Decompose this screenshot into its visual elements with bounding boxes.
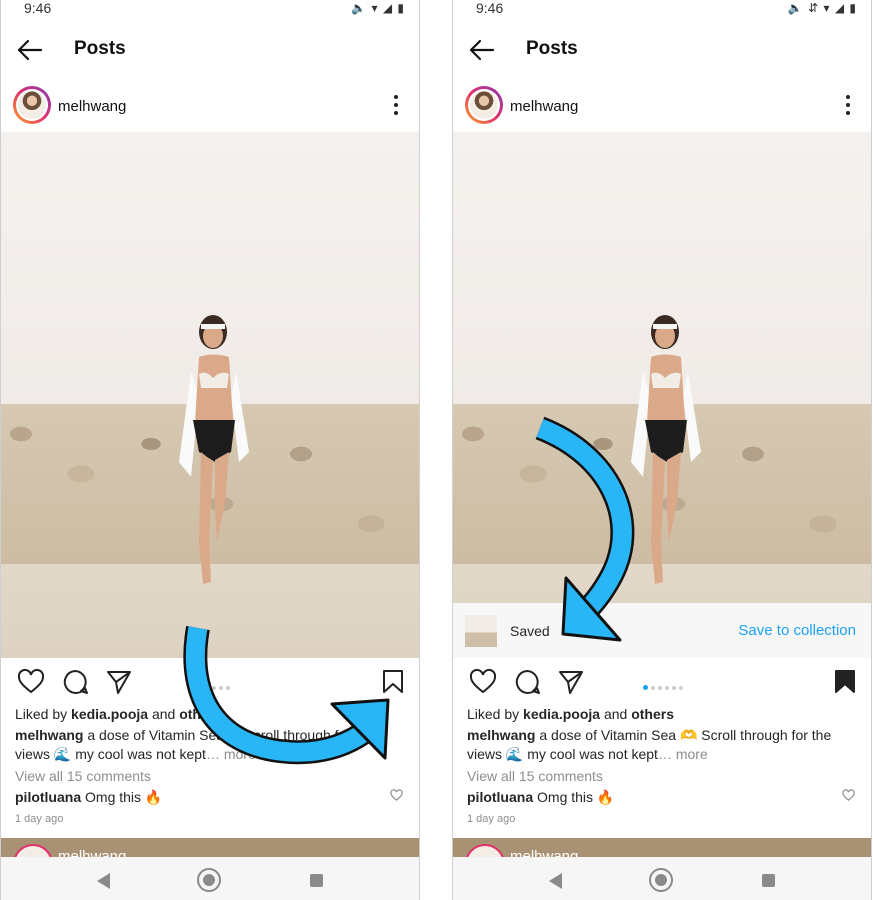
status-bar: 9:46 🔈 ⇵ ▾ ◢ ▮ (453, 0, 871, 20)
nav-back-icon[interactable] (549, 873, 562, 889)
liker-link[interactable]: kedia.pooja (71, 706, 148, 722)
heart-icon[interactable] (469, 668, 497, 696)
back-arrow-icon[interactable] (469, 38, 495, 62)
post-time: 1 day ago (15, 813, 64, 825)
comment: pilotluana Omg this 🔥 (467, 789, 615, 805)
saved-toast: Saved Save to collection (453, 603, 871, 658)
comment-heart-icon[interactable] (842, 789, 855, 802)
next-post-username[interactable]: melhwang (58, 848, 126, 857)
others-link[interactable]: others (631, 706, 674, 722)
next-post-header: melhwang (453, 838, 871, 857)
status-time: 9:46 (24, 0, 52, 16)
back-arrow-icon[interactable] (17, 38, 43, 62)
more-link[interactable]: … more (658, 746, 708, 762)
post-username[interactable]: melhwang (510, 98, 578, 115)
status-time: 9:46 (476, 0, 504, 16)
more-link[interactable]: … more (206, 746, 256, 762)
avatar[interactable] (13, 86, 51, 124)
post-username[interactable]: melhwang (58, 98, 126, 115)
view-comments-link[interactable]: View all 15 comments (467, 768, 857, 784)
post-header: melhwang (1, 86, 419, 126)
status-bar: 9:46 🔈 ▾ ◢ ▮ (1, 0, 419, 20)
comment-icon[interactable] (513, 668, 541, 696)
post-photo[interactable] (1, 132, 419, 658)
post-photo[interactable] (453, 132, 871, 658)
caption: melhwang a dose of Vitamin Sea 🫶 Scroll … (467, 727, 832, 762)
saved-label: Saved (510, 623, 550, 639)
system-nav-bar (453, 857, 871, 900)
action-bar (1, 668, 419, 698)
page-title: Posts (74, 38, 126, 59)
caption-username[interactable]: melhwang (467, 727, 535, 743)
status-icons: 🔈 ▾ ◢ ▮ (351, 1, 405, 15)
post-time: 1 day ago (467, 813, 516, 825)
caption-username[interactable]: melhwang (15, 727, 83, 743)
carousel-dots (643, 679, 686, 691)
nav-recents-icon[interactable] (310, 874, 323, 887)
action-bar (453, 668, 871, 698)
comment-username[interactable]: pilotluana (15, 789, 81, 805)
nav-back-icon[interactable] (97, 873, 110, 889)
phone-after: 9:46 🔈 ⇵ ▾ ◢ ▮ Posts melhwang Saved Save… (452, 0, 872, 900)
more-options-icon[interactable] (391, 94, 401, 116)
others-link[interactable]: others (179, 706, 222, 722)
comment-heart-icon[interactable] (390, 789, 403, 802)
system-nav-bar (1, 857, 419, 900)
caption: melhwang a dose of Vitamin Sea ☀ Scroll … (15, 727, 375, 762)
nav-recents-icon[interactable] (762, 874, 775, 887)
model-figure (631, 315, 701, 584)
avatar[interactable] (465, 86, 503, 124)
post-header: melhwang (453, 86, 871, 126)
bookmark-icon[interactable] (381, 668, 405, 696)
liker-link[interactable]: kedia.pooja (523, 706, 600, 722)
phone-before: 9:46 🔈 ▾ ◢ ▮ Posts melhwang Liked by ked… (0, 0, 420, 900)
comment-icon[interactable] (61, 668, 89, 696)
next-post-username[interactable]: melhwang (510, 848, 578, 857)
comment: pilotluana Omg this 🔥 (15, 789, 163, 805)
more-options-icon[interactable] (843, 94, 853, 116)
heart-icon[interactable] (17, 668, 45, 696)
next-post-header: melhwang (1, 838, 419, 857)
page-title: Posts (526, 38, 578, 59)
save-to-collection-link[interactable]: Save to collection (738, 622, 856, 639)
model-figure (179, 315, 249, 584)
nav-home-icon[interactable] (197, 868, 221, 892)
comment-username[interactable]: pilotluana (467, 789, 533, 805)
likes-line: Liked by kedia.pooja and others (15, 706, 223, 722)
avatar[interactable] (465, 844, 505, 857)
view-comments-link[interactable]: View all 15 comments (15, 768, 405, 784)
top-bar: Posts (1, 30, 419, 70)
saved-thumbnail (465, 615, 497, 647)
nav-home-icon[interactable] (649, 868, 673, 892)
status-icons: 🔈 ⇵ ▾ ◢ ▮ (787, 1, 857, 15)
share-icon[interactable] (557, 668, 585, 696)
bookmark-filled-icon[interactable] (833, 668, 857, 696)
likes-line: Liked by kedia.pooja and others (467, 706, 675, 722)
avatar[interactable] (13, 844, 53, 857)
carousel-dots (191, 679, 233, 690)
top-bar: Posts (453, 30, 871, 70)
share-icon[interactable] (105, 668, 133, 696)
